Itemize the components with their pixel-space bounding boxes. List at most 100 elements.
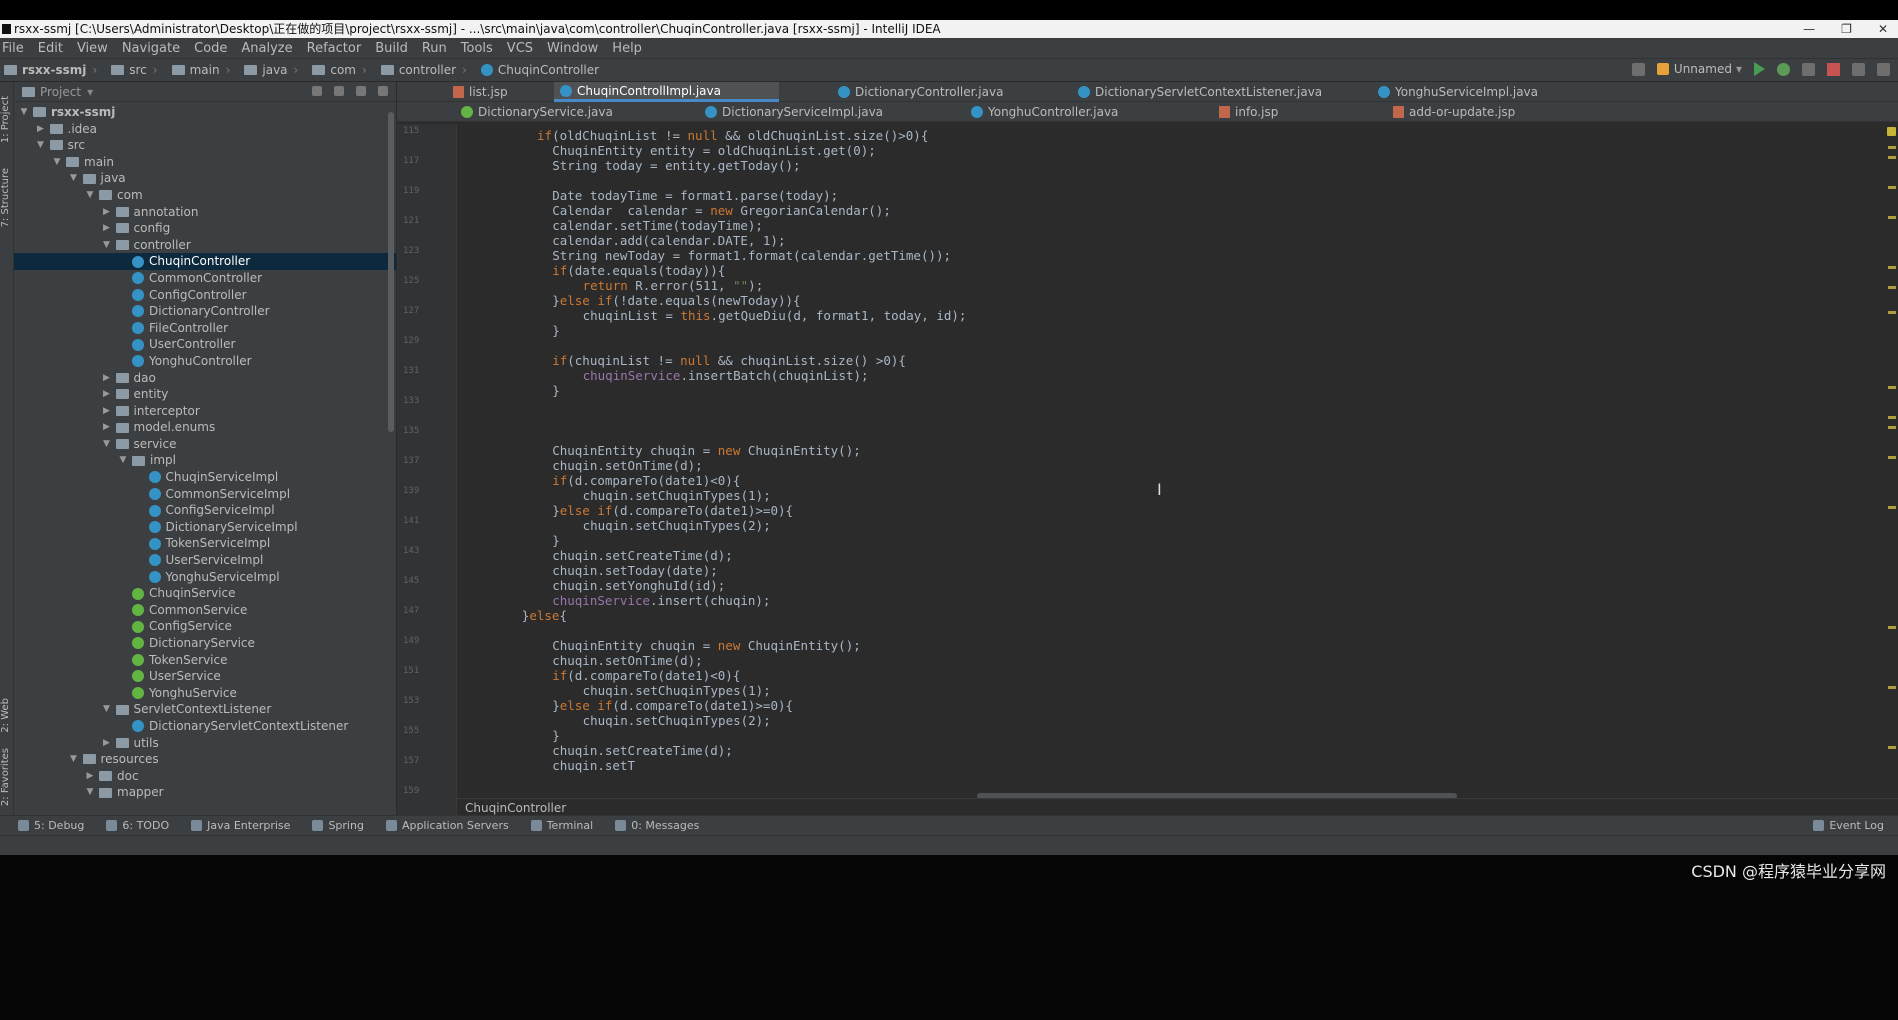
editor-tab[interactable]: info.jsp xyxy=(1213,102,1284,122)
nav-crumb[interactable]: rsxx-ssmj › xyxy=(4,63,101,77)
warning-marker[interactable] xyxy=(1888,216,1896,219)
collapsed-arrow-icon[interactable]: ▶ xyxy=(101,204,113,221)
tree-item[interactable]: CommonServiceImpl xyxy=(14,486,396,503)
tree-item[interactable]: ▼ resources xyxy=(14,751,396,768)
nav-crumb[interactable]: src › xyxy=(111,63,161,77)
tool-window-button[interactable]: 0: Messages xyxy=(615,819,699,832)
warning-marker[interactable] xyxy=(1888,311,1896,314)
warning-marker[interactable] xyxy=(1888,266,1896,269)
tree-item[interactable]: ▶ interceptor xyxy=(14,403,396,420)
menu-tools[interactable]: Tools xyxy=(461,41,493,56)
tree-item[interactable]: ▶ .idea xyxy=(14,121,396,138)
locate-icon[interactable] xyxy=(312,86,322,96)
tree-item[interactable]: ▼ ServletContextListener xyxy=(14,701,396,718)
warning-marker[interactable] xyxy=(1888,386,1896,389)
collapsed-arrow-icon[interactable]: ▶ xyxy=(101,386,113,403)
coverage-icon[interactable] xyxy=(1802,62,1815,76)
tree-item[interactable]: ChuqinController xyxy=(14,253,396,270)
tree-item[interactable]: TokenService xyxy=(14,652,396,669)
close-button[interactable]: ✕ xyxy=(1878,20,1888,38)
tree-item[interactable]: ▶ dao xyxy=(14,370,396,387)
collapsed-arrow-icon[interactable]: ▶ xyxy=(101,419,113,436)
stripe-web[interactable]: 2: Web xyxy=(0,698,14,733)
warning-marker[interactable] xyxy=(1888,746,1896,749)
collapsed-arrow-icon[interactable]: ▶ xyxy=(101,403,113,420)
expanded-arrow-icon[interactable]: ▼ xyxy=(101,436,113,453)
menu-code[interactable]: Code xyxy=(194,41,227,56)
tree-item[interactable]: DictionaryService xyxy=(14,635,396,652)
editor-tab[interactable]: ChuqinControllImpl.java xyxy=(554,82,779,102)
tree-item[interactable]: ChuqinServiceImpl xyxy=(14,469,396,486)
tree-item[interactable]: ConfigController xyxy=(14,287,396,304)
project-view-label[interactable]: Project xyxy=(40,85,81,99)
editor-tab[interactable]: DictionaryService.java xyxy=(455,102,619,122)
tree-item[interactable]: ▼ service xyxy=(14,436,396,453)
tool-window-button[interactable]: Spring xyxy=(312,819,364,832)
nav-crumb[interactable]: java › xyxy=(244,63,302,77)
tree-item[interactable]: ▼ java xyxy=(14,170,396,187)
editor-tab[interactable]: DictionaryServletContextListener.java xyxy=(1072,82,1328,102)
menu-window[interactable]: Window xyxy=(547,41,598,56)
tree-item[interactable]: ConfigServiceImpl xyxy=(14,502,396,519)
collapse-icon[interactable] xyxy=(334,86,344,96)
project-tree-scrollbar[interactable] xyxy=(388,112,394,432)
tree-item[interactable]: ▼ mapper xyxy=(14,784,396,801)
tool-window-button[interactable]: 6: TODO xyxy=(106,819,169,832)
tree-item[interactable]: ConfigService xyxy=(14,618,396,635)
warning-marker[interactable] xyxy=(1888,456,1896,459)
expanded-arrow-icon[interactable]: ▼ xyxy=(68,751,80,768)
warning-marker[interactable] xyxy=(1888,626,1896,629)
tree-item[interactable]: UserController xyxy=(14,336,396,353)
debug-icon[interactable] xyxy=(1777,62,1790,76)
expanded-arrow-icon[interactable]: ▼ xyxy=(84,784,96,801)
tree-item[interactable]: ▼ impl xyxy=(14,452,396,469)
warning-marker[interactable] xyxy=(1888,506,1896,509)
stripe-structure[interactable]: 7: Structure xyxy=(0,168,14,227)
tree-item[interactable]: ▶ entity xyxy=(14,386,396,403)
run-config-selector[interactable]: Unnamed ▾ xyxy=(1656,62,1742,76)
warning-marker[interactable] xyxy=(1888,146,1896,149)
event-log-button[interactable]: Event Log xyxy=(1813,819,1884,832)
nav-crumb[interactable]: main › xyxy=(171,63,235,77)
chevron-down-icon[interactable]: ▾ xyxy=(87,85,93,99)
editor-tab[interactable]: list.jsp xyxy=(447,82,514,102)
tool-window-button[interactable]: 5: Debug xyxy=(18,819,84,832)
editor-breadcrumb-item[interactable]: ChuqinController xyxy=(465,801,566,815)
menu-analyze[interactable]: Analyze xyxy=(241,41,292,56)
maximize-button[interactable]: ❐ xyxy=(1841,20,1852,38)
tree-item[interactable]: CommonController xyxy=(14,270,396,287)
tree-item[interactable]: YonghuController xyxy=(14,353,396,370)
collapsed-arrow-icon[interactable]: ▶ xyxy=(101,735,113,752)
expanded-arrow-icon[interactable]: ▼ xyxy=(101,237,113,254)
collapsed-arrow-icon[interactable]: ▶ xyxy=(101,370,113,387)
tool-window-button[interactable]: Application Servers xyxy=(385,819,509,832)
nav-crumb[interactable]: ChuqinController xyxy=(480,63,599,77)
tree-item[interactable]: FileController xyxy=(14,320,396,337)
tree-item[interactable]: ▶ annotation xyxy=(14,204,396,221)
project-structure-icon[interactable] xyxy=(1852,62,1865,76)
tree-item[interactable]: YonghuServiceImpl xyxy=(14,569,396,586)
tree-item[interactable]: ▶ doc xyxy=(14,768,396,785)
tree-item[interactable]: ChuqinService xyxy=(14,585,396,602)
run-icon[interactable] xyxy=(1754,62,1765,76)
tree-item[interactable]: CommonService xyxy=(14,602,396,619)
tool-window-button[interactable]: Java Enterprise xyxy=(191,819,290,832)
expanded-arrow-icon[interactable]: ▼ xyxy=(117,452,129,469)
search-icon[interactable] xyxy=(1877,62,1890,76)
warning-marker[interactable] xyxy=(1888,416,1896,419)
expanded-arrow-icon[interactable]: ▼ xyxy=(101,701,113,718)
tree-item[interactable]: ▼ src xyxy=(14,137,396,154)
tree-item[interactable]: YonghuService xyxy=(14,685,396,702)
editor-tab[interactable]: add-or-update.jsp xyxy=(1387,102,1521,122)
build-icon[interactable] xyxy=(1631,62,1645,76)
tree-item[interactable]: DictionaryServletContextListener xyxy=(14,718,396,735)
minimize-button[interactable]: — xyxy=(1803,20,1815,38)
menu-vcs[interactable]: VCS xyxy=(507,41,533,56)
tree-item[interactable]: ▼ com xyxy=(14,187,396,204)
expanded-arrow-icon[interactable]: ▼ xyxy=(84,187,96,204)
tool-window-button[interactable]: Terminal xyxy=(530,819,593,832)
tree-item[interactable]: UserServiceImpl xyxy=(14,552,396,569)
warning-marker[interactable] xyxy=(1888,686,1896,689)
tree-item[interactable]: ▶ utils xyxy=(14,735,396,752)
tree-item[interactable]: DictionaryController xyxy=(14,303,396,320)
